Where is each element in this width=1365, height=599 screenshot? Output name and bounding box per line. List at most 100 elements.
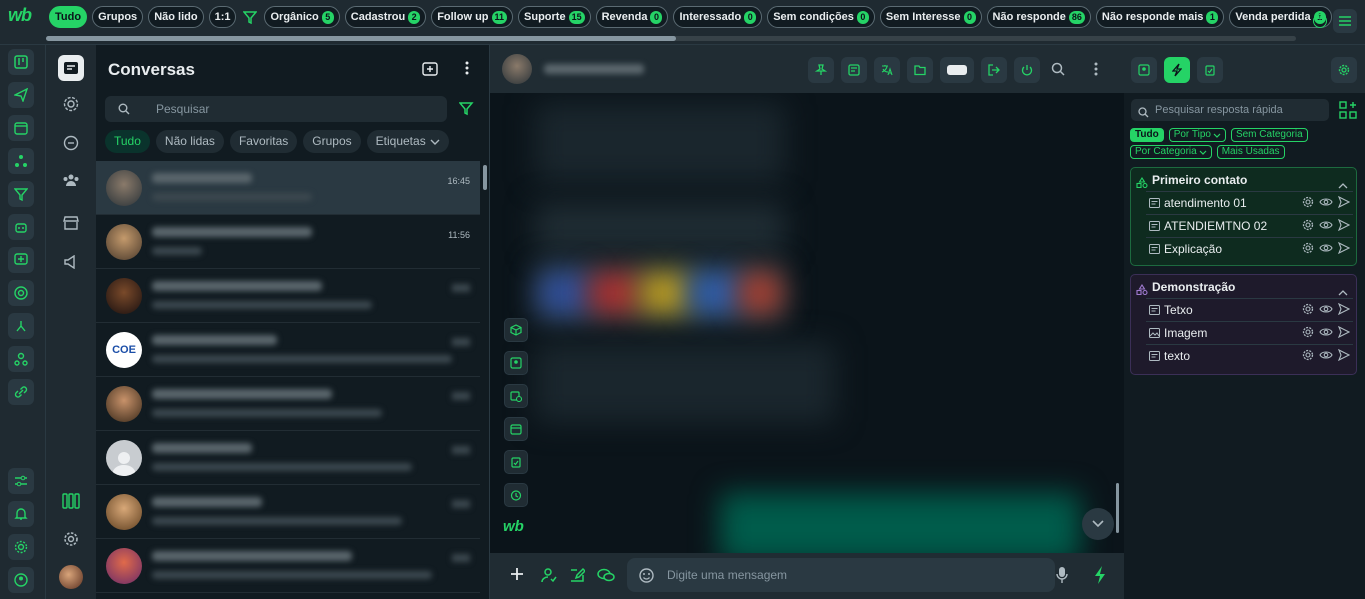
edit-icon[interactable] xyxy=(569,567,587,588)
filter-sem-categoria[interactable]: Sem Categoria xyxy=(1230,128,1308,142)
attach-plus-icon[interactable] xyxy=(510,567,524,586)
send-icon[interactable] xyxy=(8,82,34,108)
filter-por-tipo[interactable]: Por Tipo xyxy=(1168,128,1226,142)
target-icon[interactable] xyxy=(8,280,34,306)
chip-suporte[interactable]: Suporte 15 xyxy=(518,6,591,28)
settings-gear-icon[interactable] xyxy=(8,534,34,560)
kanban-icon[interactable] xyxy=(8,49,34,75)
chat-bubbles-icon[interactable] xyxy=(597,567,615,588)
settings-icon[interactable] xyxy=(1302,303,1314,315)
notes-icon[interactable] xyxy=(841,57,867,83)
chip-nao-responde[interactable]: Não responde 86 xyxy=(986,6,1091,28)
send-icon[interactable] xyxy=(1338,196,1350,208)
contact-card-icon[interactable] xyxy=(504,351,528,375)
translate-icon[interactable] xyxy=(874,57,900,83)
store-icon[interactable] xyxy=(58,210,84,236)
new-chat-icon[interactable] xyxy=(422,62,438,81)
bell-icon[interactable] xyxy=(8,501,34,527)
search-input[interactable]: Pesquisar xyxy=(105,96,447,122)
megaphone-icon[interactable] xyxy=(58,249,84,275)
quick-reply-item[interactable]: Explicação xyxy=(1146,237,1353,259)
chip-grupos[interactable]: Grupos xyxy=(92,6,144,28)
send-icon[interactable] xyxy=(1338,242,1350,254)
communities-icon[interactable] xyxy=(58,167,84,193)
tab-tudo[interactable]: Tudo xyxy=(105,130,150,153)
quick-reply-item[interactable]: Tetxo xyxy=(1146,298,1353,320)
settings-gear-icon[interactable] xyxy=(1331,57,1357,83)
link-icon[interactable] xyxy=(8,379,34,405)
quick-reply-bolt-icon[interactable] xyxy=(1093,565,1107,590)
conversation-item[interactable] xyxy=(96,431,480,485)
preview-eye-icon[interactable] xyxy=(1319,219,1333,231)
channels-icon[interactable] xyxy=(58,130,84,156)
chip-revenda[interactable]: Revenda 0 xyxy=(595,6,669,28)
quick-reply-item[interactable]: ATENDIEMTNO 02 xyxy=(1146,214,1353,236)
gear-icon[interactable] xyxy=(58,526,84,552)
filter-mais-usadas[interactable]: Mais Usadas xyxy=(1216,145,1285,159)
tab-favoritas[interactable]: Favoritas xyxy=(229,130,298,153)
chat-scrollbar[interactable] xyxy=(1116,483,1119,533)
search-icon[interactable] xyxy=(1051,62,1065,81)
bot-icon[interactable] xyxy=(8,214,34,240)
pin-icon[interactable] xyxy=(808,57,834,83)
preview-eye-icon[interactable] xyxy=(1319,303,1333,315)
menu-icon[interactable] xyxy=(1333,9,1357,33)
settings-icon[interactable] xyxy=(1302,349,1314,361)
tab-etiquetas[interactable]: Etiquetas xyxy=(366,130,449,153)
label-toggle-icon[interactable] xyxy=(940,57,974,83)
preview-eye-icon[interactable] xyxy=(1319,349,1333,361)
preview-eye-icon[interactable] xyxy=(1319,326,1333,338)
settings-icon[interactable] xyxy=(1302,326,1314,338)
settings-icon[interactable] xyxy=(1302,219,1314,231)
conversation-item[interactable]: 11:56 xyxy=(96,215,480,269)
send-icon[interactable] xyxy=(1338,349,1350,361)
settings-icon[interactable] xyxy=(1302,196,1314,208)
calendar-icon[interactable] xyxy=(504,417,528,441)
scrollbar-thumb[interactable] xyxy=(46,36,676,41)
message-add-icon[interactable] xyxy=(8,247,34,273)
folder-icon[interactable] xyxy=(907,57,933,83)
clipboard-icon[interactable] xyxy=(504,450,528,474)
unread-filter-icon[interactable] xyxy=(458,102,475,121)
package-icon[interactable] xyxy=(504,318,528,342)
tab-nao-lidas[interactable]: Não lidas xyxy=(155,130,224,153)
preview-eye-icon[interactable] xyxy=(1319,196,1333,208)
chip-1-1[interactable]: 1:1 xyxy=(208,6,237,28)
settings-icon[interactable] xyxy=(1302,242,1314,254)
alarm-icon[interactable] xyxy=(504,483,528,507)
conversation-item[interactable] xyxy=(96,377,480,431)
funnel-icon[interactable] xyxy=(8,181,34,207)
chip-interessado[interactable]: Interessado 0 xyxy=(673,6,763,28)
tab-grupos[interactable]: Grupos xyxy=(303,130,361,153)
chats-icon[interactable] xyxy=(58,55,84,81)
account-icon[interactable] xyxy=(8,567,34,593)
more-options-icon[interactable] xyxy=(1094,62,1098,81)
add-tag-icon[interactable]: + xyxy=(1313,14,1327,28)
filter-icon[interactable] xyxy=(241,6,259,28)
sliders-icon[interactable] xyxy=(8,468,34,494)
contact-name-redacted[interactable] xyxy=(544,64,644,74)
contact-send-icon[interactable] xyxy=(541,567,557,588)
quick-reply-item[interactable]: atendimento 01 xyxy=(1146,191,1353,213)
conversation-item[interactable]: 16:45 xyxy=(96,161,480,215)
schedule-icon[interactable] xyxy=(504,384,528,408)
chip-follow-up[interactable]: Follow up 11 xyxy=(431,6,514,28)
conversation-item[interactable] xyxy=(96,539,480,593)
webhook-icon[interactable] xyxy=(8,346,34,372)
calendar-icon[interactable] xyxy=(8,115,34,141)
conversation-item[interactable] xyxy=(96,485,480,539)
network-icon[interactable] xyxy=(8,313,34,339)
emoji-icon[interactable] xyxy=(639,568,654,588)
scroll-down-button[interactable] xyxy=(1082,508,1114,540)
clipboard-icon[interactable] xyxy=(1197,57,1223,83)
send-icon[interactable] xyxy=(1338,219,1350,231)
filter-tudo[interactable]: Tudo xyxy=(1130,128,1164,142)
power-icon[interactable] xyxy=(1014,57,1040,83)
message-input[interactable]: Digite uma mensagem xyxy=(627,558,1055,592)
list-scrollbar[interactable] xyxy=(483,165,487,190)
transfer-icon[interactable] xyxy=(981,57,1007,83)
contact-card-icon[interactable] xyxy=(1131,57,1157,83)
chip-nao-lido[interactable]: Não lido xyxy=(148,6,204,28)
chip-organico[interactable]: Orgânico 5 xyxy=(264,6,340,28)
send-icon[interactable] xyxy=(1338,303,1350,315)
